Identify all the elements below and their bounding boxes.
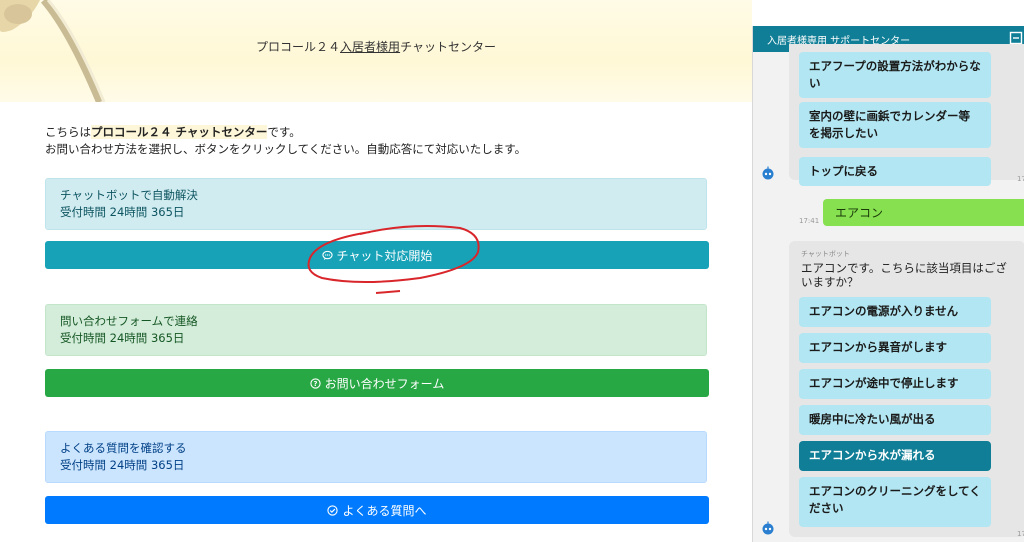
chatbot-info-card: チャットボットで自動解決 受付時間 24時間 365日 <box>45 178 707 230</box>
intro-text: こちらはプロコール２４ チャットセンターです。 お問い合わせ方法を選択し、ボタン… <box>45 124 526 158</box>
timestamp: 17 <box>1017 530 1024 538</box>
svg-text:?: ? <box>313 379 317 387</box>
chat-option[interactable]: 室内の壁に画鋲でカレンダー等を掲示したい <box>799 102 991 148</box>
intro-line-1: こちらはプロコール２４ チャットセンターです。 <box>45 125 301 139</box>
header-banner: プロコール２４入居者様用チャットセンター <box>0 0 752 102</box>
minimize-icon[interactable] <box>1009 31 1023 45</box>
page-title: プロコール２４入居者様用チャットセンター <box>256 40 496 54</box>
bot-label: チャットボット <box>801 250 850 258</box>
faq-info-card: よくある質問を確認する 受付時間 24時間 365日 <box>45 431 707 483</box>
card-title: 問い合わせフォームで連絡 <box>60 314 198 328</box>
user-message: エアコン <box>823 199 1024 226</box>
chat-option[interactable]: エアコンのクリーニングをしてください <box>799 477 991 527</box>
timestamp: 17:41 <box>799 217 820 225</box>
form-info-card: 問い合わせフォームで連絡 受付時間 24時間 365日 <box>45 304 707 356</box>
bot-message: チャットボット エアコンです。こちらに該当項目はございますか？ エアコンの電源が… <box>789 241 1024 537</box>
chat-option[interactable]: エアコンの電源が入りません <box>799 297 991 327</box>
bot-text: エアコンです。こちらに該当項目はございますか？ <box>801 261 1007 289</box>
question-circle-icon: ? <box>310 377 321 389</box>
chat-option[interactable]: 暖房中に冷たい風が出る <box>799 405 991 435</box>
faq-button[interactable]: よくある質問へ <box>45 496 709 524</box>
check-circle-icon <box>327 504 339 516</box>
start-chat-button[interactable]: チャット対応開始 <box>45 241 709 269</box>
card-title: よくある質問を確認する <box>60 441 187 455</box>
bot-avatar-icon <box>761 165 775 180</box>
chat-option[interactable]: エアコンが途中で停止します <box>799 369 991 399</box>
chat-option[interactable]: エアフープの設置方法がわからない <box>799 52 991 98</box>
card-hours: 受付時間 24時間 365日 <box>60 331 185 345</box>
timestamp: 17 <box>1017 175 1024 183</box>
previous-bot-message: エアフープの設置方法がわからない 室内の壁に画鋲でカレンダー等を掲示したい トッ… <box>789 44 1024 186</box>
intro-line-2: お問い合わせ方法を選択し、ボタンをクリックしてください。自動応答にて対応いたしま… <box>45 142 527 156</box>
card-hours: 受付時間 24時間 365日 <box>60 458 185 472</box>
chat-widget: 入居者様専用 サポートセンター エアフープの設置方法がわからない 室内の壁に画鋲… <box>752 26 1024 542</box>
card-hours: 受付時間 24時間 365日 <box>60 205 185 219</box>
chat-option[interactable]: エアコンから異音がします <box>799 333 991 363</box>
chat-option[interactable]: トップに戻る <box>799 157 991 186</box>
chat-bubble-icon <box>321 250 333 261</box>
chat-option-selected[interactable]: エアコンから水が漏れる <box>799 441 991 471</box>
bot-avatar-icon <box>761 520 775 535</box>
contact-form-button[interactable]: ? お問い合わせフォーム <box>45 369 709 397</box>
card-title: チャットボットで自動解決 <box>60 188 198 202</box>
